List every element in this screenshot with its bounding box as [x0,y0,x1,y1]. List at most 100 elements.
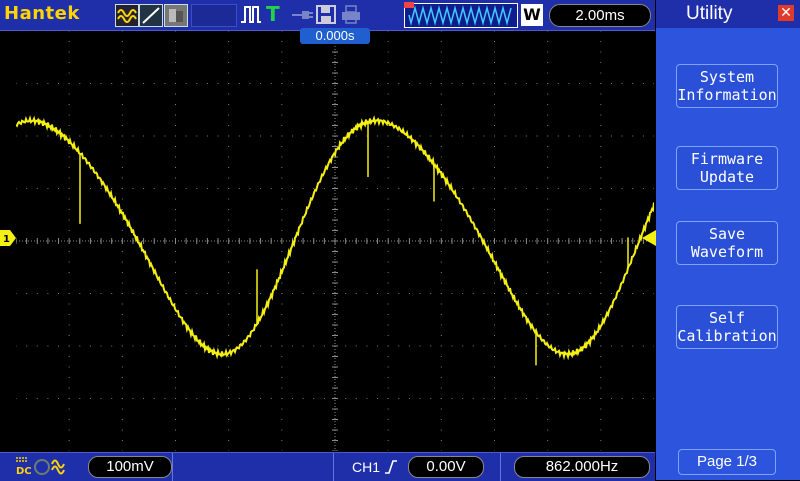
grid-dot [68,72,70,74]
grid-dot [440,387,442,389]
grid-dot [568,135,570,137]
grid-dot [68,83,70,84]
grid-dot [26,188,28,189]
grid-dot [462,135,464,137]
grid-dot [249,398,251,399]
grid-dot [68,440,70,441]
grid-dot [440,335,442,336]
grid-dot [68,303,70,305]
grid-dot [228,314,230,315]
grid-dot [440,272,442,273]
grid-dot [408,345,410,347]
printer-icon[interactable] [340,4,362,25]
grid-dot [238,83,240,84]
grid-dot [600,429,602,431]
grid-dot [547,293,549,294]
grid-dot [387,419,389,420]
grid-dot [472,398,474,399]
grid-dot [440,251,442,252]
grid-dot [440,219,442,221]
self-calibration-button[interactable]: Self Calibration [676,305,778,349]
grid-dot [387,450,389,452]
grid-dot [228,62,230,63]
grid-dot [440,114,442,116]
trigger-level-readout[interactable]: 0.00V [408,456,484,478]
grid-dot [164,135,166,137]
firmware-update-button[interactable]: Firmware Update [676,146,778,190]
grid-dot [89,398,91,399]
timebase-readout[interactable]: 2.00ms [549,4,651,27]
system-information-button[interactable]: System Information [676,64,778,108]
grid-dot [600,219,602,221]
trigger-channel: CH1 [352,459,381,475]
save-disk-icon[interactable] [315,4,337,25]
grid-dot [387,324,389,326]
grid-dot [494,41,495,42]
page-indicator[interactable]: Page 1/3 [678,449,776,475]
grid-dot [68,335,70,336]
grid-dot [185,398,187,399]
grid-dot [206,398,208,399]
grid-dot [228,83,230,84]
grid-dot [217,83,219,84]
grid-dot [68,398,70,399]
grid-dot [228,135,230,137]
grid-dot [281,356,283,357]
grid-dot [175,408,176,410]
grid-dot [121,282,123,284]
grid-dot [547,377,549,378]
grid-dot [270,345,272,347]
grid-dot [462,293,464,294]
grid-dot [175,440,176,441]
grid-dot [281,125,283,126]
grid-dot [249,188,251,189]
grid-dot [36,345,38,347]
grid-dot [430,293,432,294]
vector-display-icon[interactable] [139,4,163,27]
volts-per-div-readout[interactable]: 100mV [88,456,172,478]
grid-dot [494,198,495,200]
grid-dot [164,83,166,84]
grid-dot [68,251,70,252]
grid-dot [132,345,134,347]
pulse-trigger-icon[interactable] [240,4,262,25]
close-icon[interactable]: ✕ [778,5,794,21]
grid-dot [323,398,325,399]
channel1-marker-icon[interactable]: 1 [0,230,16,246]
grid-dot [100,345,102,347]
grid-dot [121,167,123,168]
grid-dot [387,114,389,116]
grid-dot [26,293,28,294]
coupling-dc-icon[interactable]: DC [14,456,70,481]
trigger-level-marker-icon[interactable] [640,230,656,246]
grid-dot [79,135,81,137]
grid-dot [536,83,538,84]
grid-dot [175,93,176,95]
grid-dot [175,335,176,336]
grid-dot [68,209,70,210]
grid-dot [600,419,602,420]
persistence-icon[interactable] [164,4,188,27]
grid-dot [238,188,240,189]
grid-dot [79,345,81,347]
grid-dot [547,83,549,84]
grid-dot [494,125,495,126]
save-waveform-button[interactable]: Save Waveform [676,221,778,265]
grid-dot [547,314,549,315]
grid-dot [472,83,474,84]
grid-dot [121,83,123,84]
grid-dot [610,135,612,137]
grid-dot [408,83,410,84]
waveform-display-icon[interactable] [115,4,139,27]
grid-dot [462,188,464,189]
grid-dot [153,345,155,347]
grid-dot [281,93,283,95]
grid-dot [121,335,123,336]
grid-dot [89,188,91,189]
grid-dot [121,345,123,347]
grid-dot [121,419,123,420]
grid-dot [387,251,389,252]
grid-dot [451,398,453,399]
grid-dot [600,440,602,441]
grid-dot [121,366,123,368]
